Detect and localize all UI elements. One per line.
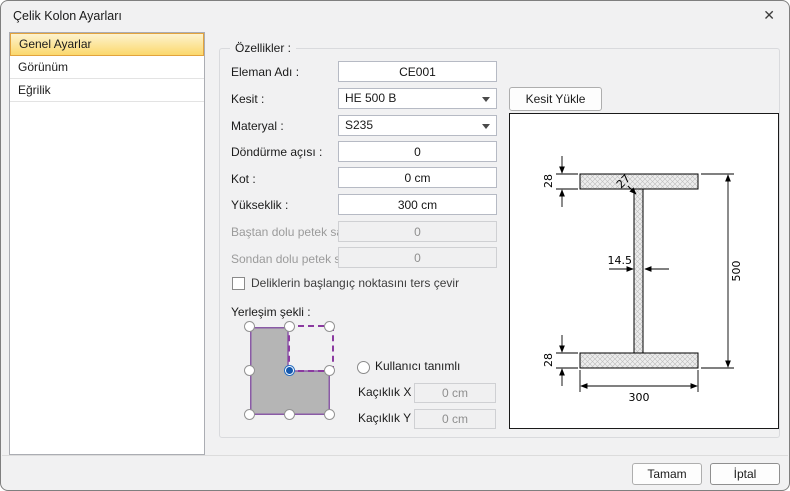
placement-radio-top-right[interactable] [324, 321, 335, 332]
dim-height-label: 500 [730, 261, 743, 282]
kacilik-y-input [414, 409, 496, 429]
kesit-selected-value: HE 500 B [345, 91, 397, 105]
top-flange [579, 173, 699, 190]
kullanici-tanimli-label: Kullanıcı tanımlı [375, 359, 461, 373]
titlebar: Çelik Kolon Ayarları ✕ [1, 1, 789, 31]
ozellikler-group-title: Özellikler : [230, 41, 297, 55]
materyal-selected-value: S235 [345, 118, 374, 132]
bottom-flange [579, 352, 699, 369]
materyal-label: Materyal : [231, 119, 284, 133]
kullanici-tanimli-radio[interactable] [357, 361, 370, 374]
materyal-select[interactable]: S235 [338, 115, 497, 136]
iptal-button[interactable]: İptal [710, 463, 780, 485]
placement-radio-bottom-center[interactable] [284, 409, 295, 420]
kesit-label: Kesit : [231, 92, 265, 106]
eleman-adi-input[interactable] [338, 61, 497, 82]
dim-bottom-flange-label: 28 [542, 353, 555, 367]
close-icon[interactable]: ✕ [763, 7, 775, 24]
placement-radio-middle-left[interactable] [244, 365, 255, 376]
dondurme-acisi-label: Döndürme açısı : [231, 145, 323, 159]
sondan-petek-input [338, 247, 497, 268]
kacilik-x-label: Kaçıklık X : [358, 385, 419, 399]
sidebar-item-gorunum[interactable]: Görünüm [10, 56, 204, 79]
dondurme-acisi-input[interactable] [338, 141, 497, 162]
sidebar: Genel Ayarlar Görünüm Eğrilik [9, 32, 205, 455]
kot-input[interactable] [338, 167, 497, 188]
chevron-down-icon [482, 97, 490, 102]
celik-kolon-ayarlari-dialog: Çelik Kolon Ayarları ✕ Genel Ayarlar Gör… [0, 0, 790, 491]
dim-width-label: 300 [629, 391, 650, 404]
kesit-yukle-button[interactable]: Kesit Yükle [509, 87, 602, 111]
bastan-petek-input [338, 221, 497, 242]
kesit-select[interactable]: HE 500 B [338, 88, 497, 109]
section-preview-panel: 500 300 28 28 14.5 27 [509, 113, 779, 429]
yerlesim-sekli-label: Yerleşim şekli : [231, 305, 311, 319]
placement-radio-bottom-right[interactable] [324, 409, 335, 420]
sidebar-item-genel-ayarlar[interactable]: Genel Ayarlar [10, 33, 204, 56]
ters-cevir-label: Deliklerin başlangıç noktasını ters çevi… [251, 276, 460, 290]
kacilik-x-input [414, 383, 496, 403]
radio-dot [286, 367, 293, 374]
dim-web-label: 14.5 [608, 254, 633, 267]
web [633, 188, 644, 354]
ters-cevir-checkbox[interactable] [232, 277, 245, 290]
placement-radio-middle-right[interactable] [324, 365, 335, 376]
dim-top-flange-label: 28 [542, 174, 555, 188]
placement-radio-top-center[interactable] [284, 321, 295, 332]
kot-label: Kot : [231, 172, 256, 186]
chevron-down-icon [482, 124, 490, 129]
window-title: Çelik Kolon Ayarları [13, 9, 122, 23]
sidebar-item-egrilik[interactable]: Eğrilik [10, 79, 204, 102]
yukseklik-label: Yükseklik : [231, 198, 289, 212]
placement-widget [244, 321, 336, 423]
kacilik-y-label: Kaçıklık Y : [358, 411, 418, 425]
placement-radio-top-left[interactable] [244, 321, 255, 332]
yukseklik-input[interactable] [338, 194, 497, 215]
section-preview-drawing: 500 300 28 28 14.5 27 [542, 156, 743, 404]
placement-radio-center[interactable] [284, 365, 295, 376]
tamam-button[interactable]: Tamam [632, 463, 702, 485]
eleman-adi-label: Eleman Adı : [231, 65, 300, 79]
placement-radio-bottom-left[interactable] [244, 409, 255, 420]
footer-separator [2, 455, 788, 456]
